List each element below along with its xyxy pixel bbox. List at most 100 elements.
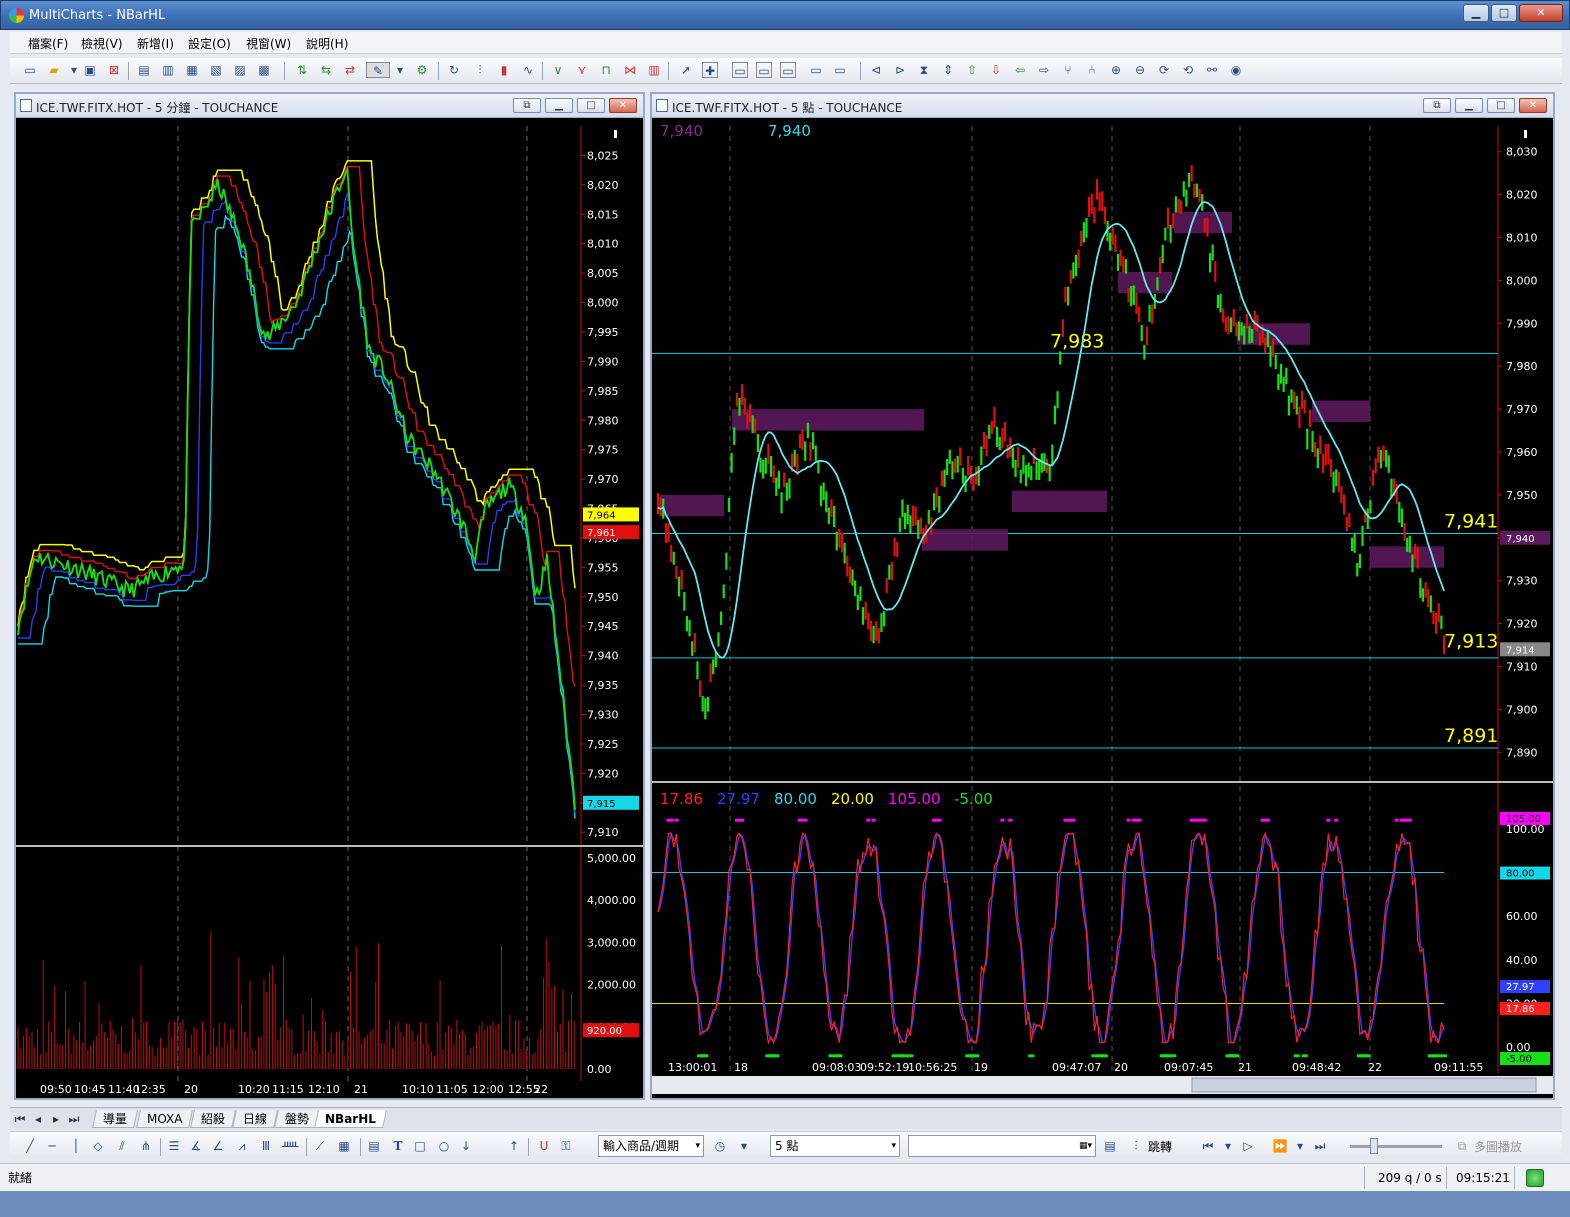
menu-new[interactable]: 新增(I) — [137, 35, 174, 52]
tree-icon[interactable]: ⑃ — [1084, 62, 1100, 78]
scroll-left-icon[interactable]: ⊲ — [868, 62, 884, 78]
zoom-out-icon[interactable]: ⊖ — [1132, 62, 1148, 78]
renko-icon[interactable]: ⊓ — [598, 62, 614, 78]
drawing-mode-icon[interactable]: ✎ — [366, 62, 390, 78]
zoom-in-icon[interactable]: ⊕ — [1108, 62, 1124, 78]
speed-slider[interactable] — [1350, 1145, 1442, 1148]
screen-icon[interactable]: ▭ — [808, 62, 824, 78]
chart-window-icon[interactable]: ▤ — [136, 62, 152, 78]
rectangle-icon[interactable]: □ — [412, 1138, 428, 1154]
maximize-button[interactable]: □ — [1491, 4, 1517, 22]
tab-last-icon[interactable]: ⏭ — [66, 1111, 82, 1127]
step-forward-icon[interactable]: ⏩ — [1272, 1138, 1288, 1154]
arrow-right-icon[interactable]: ⇨ — [1036, 62, 1052, 78]
branch-icon[interactable]: ⑂ — [1060, 62, 1076, 78]
status-line-icon[interactable]: ▭ — [780, 62, 796, 78]
grid-icon[interactable]: ▦ — [336, 1138, 352, 1154]
hline-icon[interactable]: ─ — [44, 1138, 60, 1154]
right-chart-canvas[interactable]: 8,030 8,020 8,010 8,000 7,990 7,980 7,970 7,960… — [652, 118, 1553, 1098]
multi-chart-label[interactable]: 多圖播放 — [1474, 1138, 1522, 1155]
zoom-box-icon[interactable]: ▭ — [732, 62, 748, 78]
symbol-combo[interactable]: 輸入商品/週期 ▾ — [598, 1135, 704, 1157]
link-icon[interactable]: ⚯ — [1204, 62, 1220, 78]
multi-chart-icon[interactable]: ⧉ — [1454, 1138, 1470, 1154]
panel-icon[interactable]: ▭ — [832, 62, 848, 78]
tab-volume[interactable]: 導量 — [92, 1110, 138, 1128]
parallel-icon[interactable]: ⫽ — [114, 1138, 130, 1154]
open-folder-icon[interactable]: ▰ — [46, 62, 62, 78]
tab-next-icon[interactable]: ▸ — [48, 1111, 64, 1127]
left-chart-canvas[interactable]: 8,025 8,020 8,015 8,010 8,005 8,000 7,995 7,990… — [16, 118, 643, 1098]
report-window-icon[interactable]: ▨ — [232, 62, 248, 78]
cursor-icon[interactable]: ➚ — [678, 62, 694, 78]
arrow-down-draw-icon[interactable]: ↓ — [458, 1138, 474, 1154]
refresh-icon[interactable]: ↻ — [446, 62, 462, 78]
trendline-icon[interactable]: ╱ — [22, 1138, 38, 1154]
lock-icon[interactable]: ⚿ — [558, 1138, 574, 1154]
table-icon[interactable]: ▤ — [366, 1138, 382, 1154]
crosshair-icon[interactable]: ✚ — [702, 62, 718, 78]
arrow-down-icon[interactable]: ⇩ — [988, 62, 1004, 78]
menu-settings[interactable]: 設定(O) — [188, 35, 231, 52]
clock-dropdown-icon[interactable]: ▾ — [736, 1138, 752, 1154]
left-restore-icon[interactable]: ⧉ — [513, 98, 541, 113]
fan-icon[interactable]: ∡ — [188, 1138, 204, 1154]
tab-prev-icon[interactable]: ◂ — [30, 1111, 46, 1127]
drawing-dropdown-icon[interactable]: ▾ — [392, 62, 408, 78]
new-workspace-icon[interactable]: ▭ — [22, 62, 38, 78]
tab-first-icon[interactable]: ⏮ — [12, 1111, 28, 1127]
menu-help[interactable]: 說明(H) — [306, 35, 348, 52]
dom-window-icon[interactable]: ▦ — [184, 62, 200, 78]
right-minimize-button[interactable]: ▁ — [1455, 98, 1483, 113]
menu-view[interactable]: 檢視(V) — [81, 35, 123, 52]
order-window-icon[interactable]: ▧ — [208, 62, 224, 78]
play-end-icon[interactable]: ⏭ — [1312, 1138, 1328, 1154]
left-maximize-button[interactable]: □ — [577, 98, 605, 113]
format-icon[interactable]: ⚙ — [414, 62, 430, 78]
data-window-icon[interactable]: ▭ — [756, 62, 772, 78]
speed-slider-thumb[interactable] — [1370, 1138, 1378, 1154]
left-close-button[interactable]: ✕ — [609, 98, 637, 113]
back-dropdown-icon[interactable]: ▾ — [1220, 1138, 1236, 1154]
portfolio-window-icon[interactable]: ▩ — [256, 62, 272, 78]
menu-file[interactable]: 檔案(F) — [28, 35, 68, 52]
reset-icon[interactable]: ⟳ — [1156, 62, 1172, 78]
date-input[interactable]: ▦▾ — [908, 1135, 1096, 1157]
close-workspace-icon[interactable]: ⊠ — [106, 62, 122, 78]
insert-indicator-icon[interactable]: ⇅ — [294, 62, 310, 78]
expand-vertical-icon[interactable]: ⇕ — [940, 62, 956, 78]
play-icon[interactable]: ▷ — [1240, 1138, 1256, 1154]
arrow-up-icon[interactable]: ⇧ — [964, 62, 980, 78]
channel-icon[interactable]: ◇ — [90, 1138, 106, 1154]
play-back-icon[interactable]: ⏮ — [1200, 1138, 1216, 1154]
candlestick-icon[interactable]: ▮ — [496, 62, 512, 78]
right-close-button[interactable]: ✕ — [1519, 98, 1547, 113]
text-icon[interactable]: T — [390, 1138, 406, 1154]
sync-icon[interactable]: ⟲ — [1180, 62, 1196, 78]
left-minimize-button[interactable]: ▁ — [545, 98, 573, 113]
forward-dropdown-icon[interactable]: ▾ — [1292, 1138, 1308, 1154]
scanner-window-icon[interactable]: ▥ — [160, 62, 176, 78]
volume-icon[interactable]: ▥ — [646, 62, 662, 78]
pitchfork-icon[interactable]: ⋔ — [138, 1138, 154, 1154]
arrow-up-draw-icon[interactable]: ↑ — [506, 1138, 522, 1154]
right-restore-icon[interactable]: ⧉ — [1423, 98, 1451, 113]
cycle-icon[interactable]: ᚊ — [282, 1138, 298, 1154]
time-zones-icon[interactable]: Ⅲ — [258, 1138, 274, 1154]
hourglass-icon[interactable]: ⧗ — [916, 62, 932, 78]
kagi-icon[interactable]: ⋈ — [622, 62, 638, 78]
dropdown-arrow-icon[interactable]: ▾ — [66, 62, 82, 78]
jump-label[interactable]: 跳轉 — [1148, 1138, 1172, 1155]
line-chart-icon[interactable]: ∿ — [520, 62, 536, 78]
clock-icon[interactable]: ◷ — [712, 1138, 728, 1154]
menu-window[interactable]: 視窗(W) — [246, 35, 291, 52]
fibonacci-icon[interactable]: ☰ — [166, 1138, 182, 1154]
eye-icon[interactable]: ◉ — [1228, 62, 1244, 78]
wave-icon[interactable]: ∨ — [550, 62, 566, 78]
right-maximize-button[interactable]: □ — [1487, 98, 1515, 113]
close-button[interactable]: ✕ — [1519, 4, 1563, 22]
arrow-left-icon[interactable]: ⇦ — [1012, 62, 1028, 78]
insert-study-icon[interactable]: ⇆ — [318, 62, 334, 78]
tab-market[interactable]: 盤勢 — [274, 1110, 320, 1128]
jump-icon[interactable]: ⫶ — [1128, 1138, 1144, 1154]
